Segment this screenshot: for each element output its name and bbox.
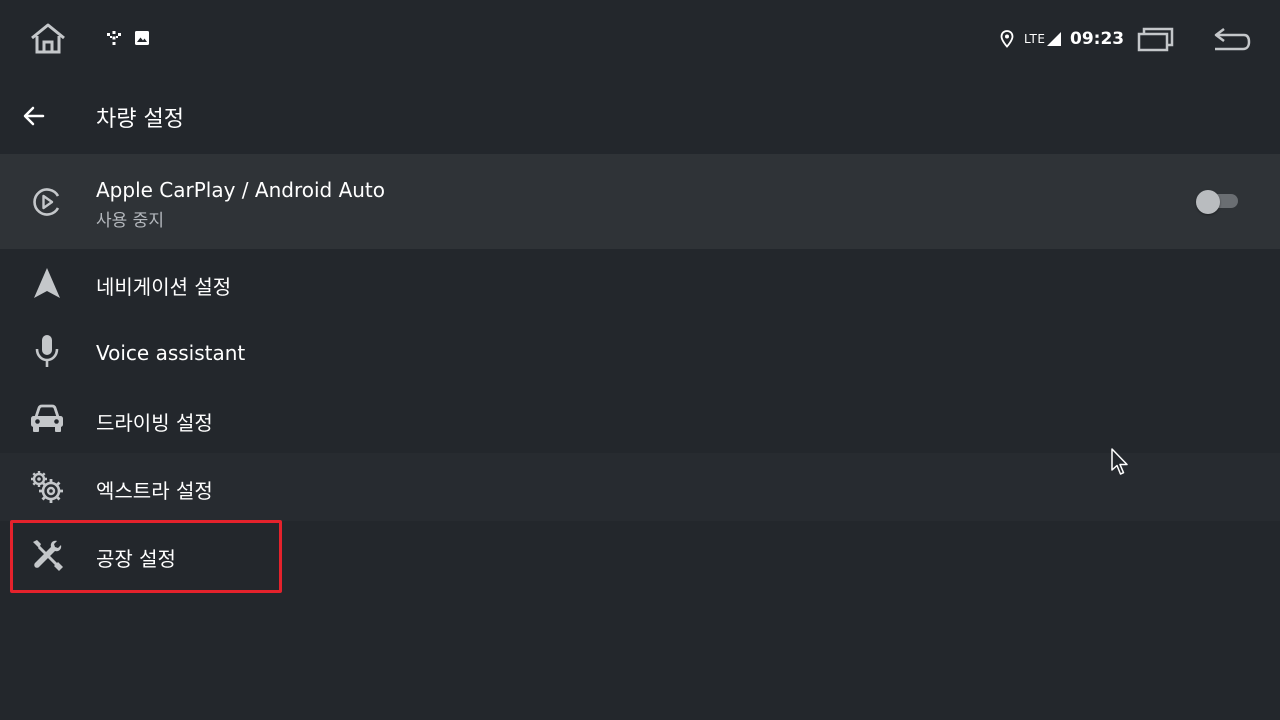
setting-label: 드라이빙 설정: [96, 411, 213, 435]
notification-image-icon: [134, 30, 150, 46]
play-circle-icon: [27, 182, 67, 222]
setting-row-voice-assistant[interactable]: Voice assistant: [0, 317, 1280, 385]
setting-row-carplay[interactable]: Apple CarPlay / Android Auto 사용 중지: [0, 154, 1280, 249]
setting-row-factory[interactable]: 공장 설정: [0, 521, 1280, 589]
signal-icon: [1047, 32, 1061, 46]
app-bar: 차량 설정: [0, 78, 1280, 154]
setting-label: 공장 설정: [96, 547, 176, 571]
network-type-label: LTE: [1024, 32, 1046, 46]
home-button[interactable]: [22, 18, 74, 60]
setting-row-driving[interactable]: 드라이빙 설정: [0, 385, 1280, 453]
car-icon: [27, 399, 67, 439]
setting-status: 사용 중지: [96, 211, 164, 231]
page-title: 차량 설정: [96, 107, 184, 132]
recents-button[interactable]: [1130, 18, 1182, 60]
clock: 09:23: [1070, 29, 1125, 49]
back-icon: [1214, 28, 1251, 51]
back-button[interactable]: [14, 96, 54, 136]
wrench-screwdriver-icon: [27, 535, 67, 575]
location-icon: [1000, 30, 1014, 48]
arrow-back-icon: [23, 106, 45, 126]
notification-app-icon: [106, 30, 122, 46]
setting-row-navigation[interactable]: 네비게이션 설정: [0, 249, 1280, 317]
screen: LTE 09:23 차량 설정 Apple CarPlay / Android …: [0, 0, 1280, 720]
setting-row-extra[interactable]: 엑스트라 설정: [0, 453, 1280, 521]
gears-icon: [27, 467, 67, 507]
navigation-arrow-icon: [27, 263, 67, 303]
mouse-cursor-icon: [1111, 448, 1128, 475]
toggle-thumb: [1196, 190, 1220, 214]
setting-label: 네비게이션 설정: [96, 275, 232, 299]
setting-label: Apple CarPlay / Android Auto: [96, 178, 386, 202]
microphone-icon: [27, 331, 67, 371]
status-bar: LTE 09:23: [0, 0, 1280, 78]
system-back-button[interactable]: [1204, 18, 1260, 60]
setting-label: 엑스트라 설정: [96, 479, 213, 503]
home-icon: [31, 23, 65, 54]
setting-label: Voice assistant: [96, 341, 246, 365]
recents-icon: [1137, 27, 1174, 52]
carplay-toggle[interactable]: [1196, 190, 1240, 214]
